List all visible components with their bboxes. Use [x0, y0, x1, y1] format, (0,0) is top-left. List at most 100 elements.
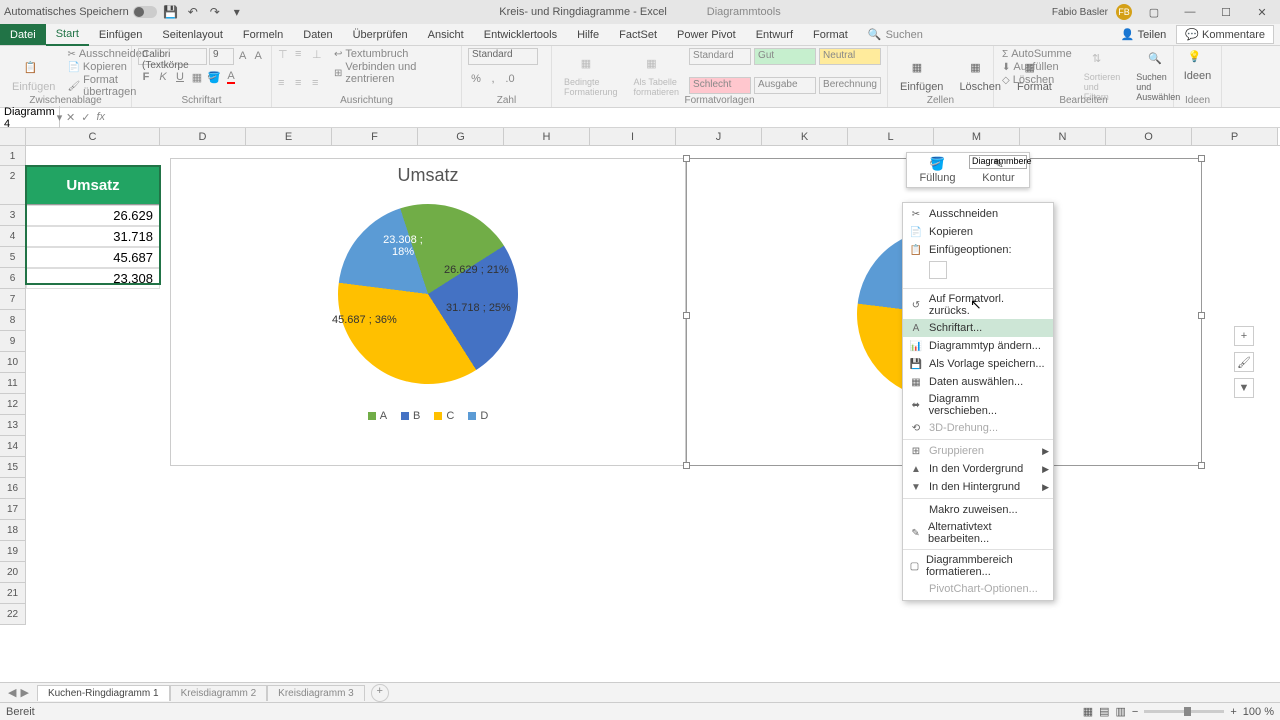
row-header[interactable]: 6 [0, 268, 26, 289]
close-icon[interactable]: ✕ [1248, 2, 1276, 22]
tab-help[interactable]: Hilfe [567, 25, 609, 45]
ctx-save-template[interactable]: 💾Als Vorlage speichern... [903, 355, 1053, 373]
row-header[interactable]: 2 [0, 166, 26, 205]
col-header[interactable]: P [1192, 128, 1278, 145]
font-name-select[interactable]: Calibri (Textkörpe [138, 48, 207, 65]
sheet-tab[interactable]: Kreisdiagramm 3 [267, 685, 365, 701]
zoom-out-button[interactable]: − [1132, 706, 1138, 718]
col-header[interactable]: E [246, 128, 332, 145]
number-format-select[interactable]: Standard [468, 48, 538, 65]
tab-review[interactable]: Überprüfen [343, 25, 418, 45]
col-header[interactable]: I [590, 128, 676, 145]
clear-button[interactable]: ◇ Löschen [1000, 74, 1074, 86]
add-sheet-button[interactable]: + [371, 684, 389, 702]
sheet-tab-active[interactable]: Kuchen-Ringdiagramm 1 [37, 685, 170, 701]
autosum-button[interactable]: Σ AutoSumme [1000, 48, 1074, 60]
tab-factset[interactable]: FactSet [609, 25, 667, 45]
col-header[interactable]: F [332, 128, 418, 145]
zoom-level[interactable]: 100 % [1243, 706, 1274, 718]
ctx-font[interactable]: ASchriftart... [903, 319, 1053, 337]
redo-icon[interactable]: ↷ [207, 4, 223, 20]
style-output[interactable]: Ausgabe [754, 77, 816, 94]
minimize-icon[interactable]: — [1176, 2, 1204, 22]
ctx-change-chart-type[interactable]: 📊Diagrammtyp ändern... [903, 337, 1053, 355]
ideas-button[interactable]: 💡Ideen [1180, 48, 1215, 84]
select-all-corner[interactable] [0, 128, 26, 145]
row-header[interactable]: 3 [0, 205, 26, 226]
style-good[interactable]: Gut [754, 48, 816, 65]
underline-button[interactable]: U [172, 69, 188, 85]
row-header[interactable]: 8 [0, 310, 26, 331]
maximize-icon[interactable]: ☐ [1212, 2, 1240, 22]
col-header[interactable]: N [1020, 128, 1106, 145]
style-calc[interactable]: Berechnung [819, 77, 881, 94]
fill-button[interactable]: ⬇ Ausfüllen [1000, 61, 1074, 73]
tab-file[interactable]: Datei [0, 24, 46, 45]
merge-button[interactable]: ⊞ Verbinden und zentrieren [332, 61, 455, 85]
view-pagelayout-icon[interactable]: ▤ [1099, 705, 1109, 718]
mini-fill-button[interactable]: 🪣Füllung [907, 156, 968, 184]
zoom-in-button[interactable]: + [1230, 706, 1236, 718]
col-header[interactable]: C [26, 128, 160, 145]
ribbon-options-icon[interactable]: ▢ [1140, 2, 1168, 22]
autosave-toggle[interactable]: Automatisches Speichern [4, 6, 157, 18]
row-header[interactable]: 7 [0, 289, 26, 310]
qat-customize-icon[interactable]: ▾ [229, 4, 245, 20]
chart-elements-button[interactable]: + [1234, 326, 1254, 346]
cell-c3[interactable]: 26.629 [26, 205, 160, 226]
tab-pagelayout[interactable]: Seitenlayout [152, 25, 233, 45]
col-header[interactable]: H [504, 128, 590, 145]
name-box[interactable]: Diagramm 4▾ [0, 106, 60, 130]
tab-formulas[interactable]: Formeln [233, 25, 293, 45]
sheet-tab[interactable]: Kreisdiagramm 2 [170, 685, 268, 701]
pie-chart[interactable] [315, 181, 542, 408]
tab-format[interactable]: Format [803, 25, 858, 45]
view-pagebreak-icon[interactable]: ▥ [1116, 705, 1126, 718]
chart-filter-button[interactable]: ▼ [1234, 378, 1254, 398]
row-header[interactable]: 1 [0, 146, 26, 166]
row-header[interactable]: 12 [0, 394, 26, 415]
ctx-select-data[interactable]: ▦Daten auswählen... [903, 373, 1053, 391]
ctx-format-chart-area[interactable]: ▢Diagrammbereich formatieren... [903, 552, 1053, 580]
row-header[interactable]: 21 [0, 583, 26, 604]
ctx-cut[interactable]: ✂Ausschneiden [903, 205, 1053, 223]
col-header[interactable]: K [762, 128, 848, 145]
fill-color-button[interactable]: 🪣 [206, 69, 222, 85]
col-header[interactable]: O [1106, 128, 1192, 145]
cancel-fx-icon[interactable]: ✕ [66, 111, 75, 124]
share-button[interactable]: 👤Teilen [1115, 26, 1172, 43]
italic-button[interactable]: K [155, 69, 171, 85]
save-icon[interactable]: 💾 [163, 4, 179, 20]
tab-start[interactable]: Start [46, 24, 89, 46]
font-color-button[interactable]: A [223, 69, 239, 85]
row-header[interactable]: 9 [0, 331, 26, 352]
paste-option-button[interactable] [929, 261, 947, 279]
ctx-bring-front[interactable]: ▲In den Vordergrund▶ [903, 460, 1053, 478]
sheet-nav-next[interactable]: ▶ [20, 686, 28, 699]
row-header[interactable]: 22 [0, 604, 26, 625]
tab-view[interactable]: Ansicht [418, 25, 474, 45]
col-header[interactable]: J [676, 128, 762, 145]
view-normal-icon[interactable]: ▦ [1083, 705, 1093, 718]
cell-c4[interactable]: 31.718 [26, 226, 160, 247]
chart-1-pie[interactable]: Umsatz 26.629 ; 21% 31.718 ; 25% 45.687 … [170, 158, 686, 466]
zoom-slider[interactable] [1144, 710, 1224, 713]
comments-button[interactable]: 💬Kommentare [1176, 25, 1274, 44]
style-neutral[interactable]: Neutral [819, 48, 881, 65]
bold-button[interactable]: F [138, 69, 154, 85]
decrease-font-icon[interactable]: A [251, 48, 265, 64]
col-header[interactable]: L [848, 128, 934, 145]
style-bad[interactable]: Schlecht [689, 77, 751, 94]
sheet-nav-prev[interactable]: ◀ [8, 686, 16, 699]
ctx-assign-macro[interactable]: Makro zuweisen... [903, 501, 1053, 519]
enter-fx-icon[interactable]: ✓ [81, 111, 90, 124]
ctx-alt-text[interactable]: ✎Alternativtext bearbeiten... [903, 519, 1053, 547]
font-size-select[interactable]: 9 [209, 48, 234, 65]
avatar[interactable]: FB [1116, 4, 1132, 20]
ctx-move-chart[interactable]: ⬌Diagramm verschieben... [903, 391, 1053, 419]
mini-area-dropdown[interactable]: Diagrammbere [969, 155, 1027, 169]
style-standard[interactable]: Standard [689, 48, 751, 65]
tab-insert[interactable]: Einfügen [89, 25, 152, 45]
row-header[interactable]: 18 [0, 520, 26, 541]
ctx-copy[interactable]: 📄Kopieren [903, 223, 1053, 241]
